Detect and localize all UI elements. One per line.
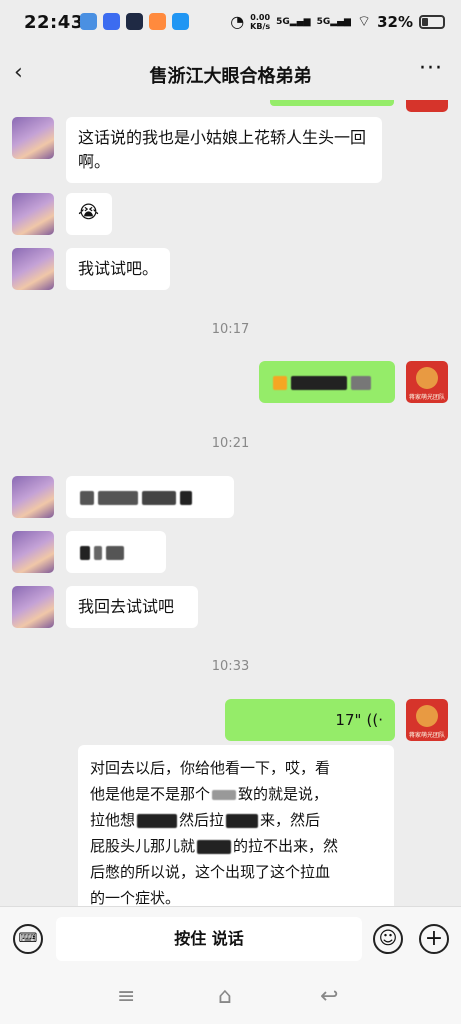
- contact-avatar[interactable]: [12, 531, 54, 573]
- voice-message-bubble[interactable]: 17" ((·: [225, 699, 395, 741]
- redacted-content: [273, 375, 287, 390]
- message-bubble[interactable]: 我回去试试吧: [66, 586, 198, 628]
- redacted-content: [106, 545, 124, 560]
- redacted-content: [80, 490, 94, 505]
- transcript-line: 后憋的所以说，这个出现了这个拉血: [90, 859, 382, 885]
- transcript-text: 屁股头儿那儿就: [90, 837, 196, 855]
- chat-area[interactable]: 这话说的我也是小姑娘上花轿人生头一回啊。 😭 我试试吧。 10:17 蒋家萌光团…: [0, 100, 461, 906]
- redacted-content: [137, 813, 178, 828]
- wifi-icon: ⌔: [356, 12, 372, 30]
- timestamp: 10:33: [211, 659, 250, 674]
- transcript-line: 对回去以后，你给他看一下，哎，看: [90, 755, 382, 781]
- keyboard-icon[interactable]: ⌨: [13, 924, 43, 954]
- app-notification-icon: [172, 13, 189, 30]
- redacted-content: [197, 839, 232, 854]
- speed-value: 0.00: [250, 12, 271, 22]
- battery-level: [422, 17, 428, 26]
- chat-header: ‹ 售浙江大眼合格弟弟 ···: [0, 46, 461, 100]
- transcript-line: 屁股头儿那儿就 的拉不出来，然: [90, 833, 382, 859]
- avatar-caption: 蒋家萌光团队: [408, 394, 445, 401]
- message-bubble[interactable]: 这话说的我也是小姑娘上花轿人生头一回啊。: [66, 117, 382, 183]
- squirrel-avatar-image: [416, 705, 438, 727]
- transcript-text: 致的就是说，: [238, 785, 329, 803]
- battery-icon: [419, 14, 445, 29]
- redacted-message-bubble[interactable]: [66, 476, 234, 518]
- transcript-text: 的拉不出来，然: [233, 837, 339, 855]
- transcript-line: 的一个症状。: [90, 885, 382, 906]
- app-notification-icon: [149, 13, 166, 30]
- signal-icon: 5G▂▄▆: [276, 16, 311, 27]
- voice-transcript[interactable]: 对回去以后，你给他看一下，哎，看 他是他是不是那个 致的就是说， 拉他想 然后拉 来，…: [78, 745, 394, 906]
- network-type: 5G: [316, 16, 331, 27]
- transcript-text: 来，然后: [260, 811, 321, 829]
- chat-title: 售浙江大眼合格弟弟: [149, 66, 312, 87]
- network-speed: 0.00 KB/s: [250, 13, 270, 31]
- speedometer-icon: ◔: [230, 12, 245, 31]
- transcript-text: 然后拉: [179, 811, 225, 829]
- contact-avatar[interactable]: [12, 248, 54, 290]
- contact-avatar[interactable]: [12, 117, 54, 159]
- transcript-text: 后憋的所以说，这个出现了这个拉血: [90, 863, 331, 881]
- voice-wave-icon: ((·: [366, 711, 383, 729]
- redacted-content: [351, 375, 371, 390]
- status-bar: 22:43 ◔ 0.00 KB/s 5G▂▄▆ 5G▂▄▆ ⌔ 32%: [0, 0, 461, 46]
- my-avatar[interactable]: 蒋家萌光团队: [406, 699, 448, 741]
- timestamp: 10:17: [211, 322, 250, 337]
- my-avatar[interactable]: 蒋家萌光团队: [406, 361, 448, 403]
- timestamp: 10:21: [211, 436, 250, 451]
- status-right: ◔ 0.00 KB/s 5G▂▄▆ 5G▂▄▆ ⌔ 32%: [230, 12, 445, 31]
- home-icon[interactable]: ⌂: [218, 984, 232, 1009]
- app-notification-icon: [103, 13, 120, 30]
- plus-icon[interactable]: +: [419, 924, 449, 954]
- redacted-content: [142, 490, 176, 505]
- emoji-message-bubble[interactable]: 😭: [66, 193, 112, 235]
- redacted-content: [291, 375, 347, 390]
- message-bubble[interactable]: 我试试吧。: [66, 248, 170, 290]
- transcript-line: 拉他想 然后拉 来，然后: [90, 807, 382, 833]
- avatar-caption: 蒋家萌光团队: [408, 732, 445, 739]
- network-type: 5G: [276, 16, 290, 27]
- more-options-icon[interactable]: ···: [419, 56, 443, 81]
- speed-unit: KB/s: [250, 21, 271, 31]
- back-icon[interactable]: ↩: [320, 984, 338, 1009]
- redacted-content: [94, 545, 102, 560]
- contact-avatar[interactable]: [12, 193, 54, 235]
- squirrel-avatar-image: [416, 367, 438, 389]
- transcript-text: 对回去以后，你给他看一下，哎，看: [90, 759, 331, 777]
- redacted-message-bubble[interactable]: [66, 531, 166, 573]
- notification-icons: [80, 13, 189, 30]
- hold-to-talk-button[interactable]: 按住 说话: [56, 917, 362, 961]
- contact-avatar[interactable]: [12, 476, 54, 518]
- transcript-text: 他是他是不是那个: [90, 785, 211, 803]
- redacted-content: [98, 490, 138, 505]
- menu-icon[interactable]: ≡: [117, 984, 135, 1009]
- my-avatar[interactable]: [406, 100, 448, 112]
- redacted-content: [212, 789, 237, 800]
- contact-avatar[interactable]: [12, 586, 54, 628]
- smile-icon[interactable]: ☺: [373, 924, 403, 954]
- transcript-line: 他是他是不是那个 致的就是说，: [90, 781, 382, 807]
- redacted-message-bubble[interactable]: [259, 361, 395, 403]
- status-time: 22:43: [24, 12, 84, 33]
- redacted-content: [180, 490, 192, 505]
- transcript-text: 拉他想: [90, 811, 136, 829]
- redacted-content: [226, 813, 259, 828]
- redacted-content: [80, 545, 90, 560]
- signal-icon: 5G▂▄▆: [316, 16, 351, 27]
- system-nav-bar: ≡ ⌂ ↩: [0, 970, 461, 1024]
- previous-message-stub: [270, 100, 394, 106]
- battery-percent: 32%: [377, 12, 413, 31]
- transcript-text: 的一个症状。: [90, 889, 181, 906]
- app-notification-icon: [126, 13, 143, 30]
- voice-duration: 17": [335, 711, 362, 729]
- input-bar: ⌨ 按住 说话 ☺ +: [0, 906, 461, 971]
- app-notification-icon: [80, 13, 97, 30]
